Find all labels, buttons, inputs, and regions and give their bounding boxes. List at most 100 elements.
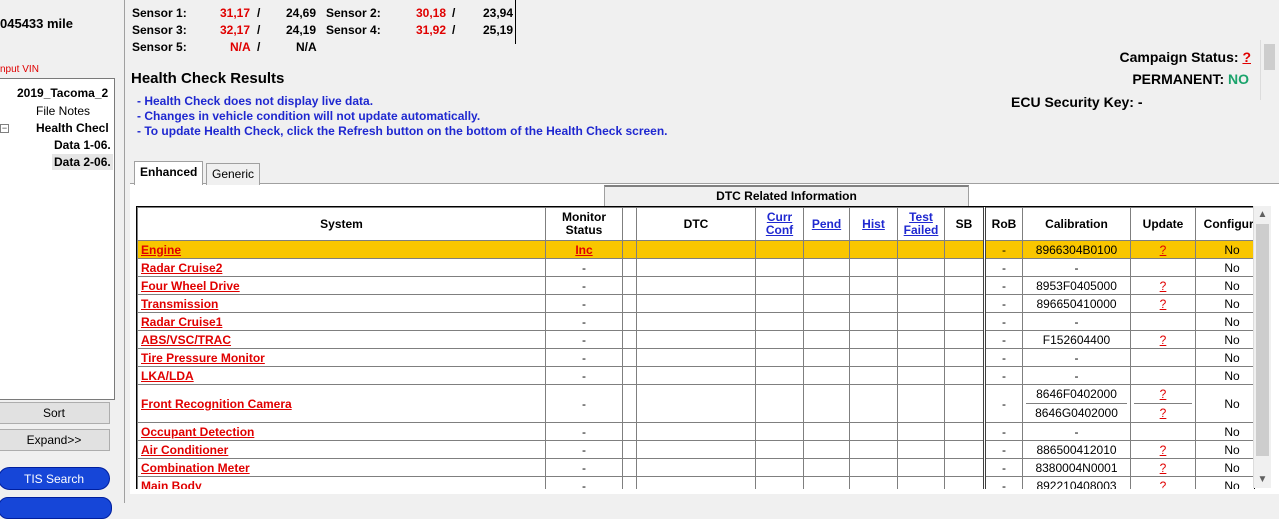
- health-check-table: System Monitor Status DTC Curr Conf Pend H…: [136, 206, 1255, 489]
- update-link[interactable]: ?: [1160, 279, 1167, 293]
- table-header-row: System Monitor Status DTC Curr Conf Pend H…: [137, 207, 1254, 241]
- system-cell[interactable]: Air Conditioner: [137, 440, 546, 459]
- test-failed-cell: [897, 276, 945, 295]
- system-cell[interactable]: Radar Cruise1: [137, 312, 546, 331]
- pend-cell: [803, 276, 850, 295]
- calibration-cell: -: [1022, 422, 1131, 441]
- update-link[interactable]: ?: [1160, 243, 1167, 257]
- update-cell[interactable]: ?: [1130, 458, 1196, 477]
- update-cell[interactable]: [1130, 348, 1196, 367]
- table-row[interactable]: Air Conditioner - -886500412010? No: [137, 440, 1254, 459]
- update-link[interactable]: ?: [1134, 386, 1192, 404]
- table-row[interactable]: ABS/VSC/TRAC - - F152604400? No: [137, 330, 1254, 349]
- header-scroll-thumb[interactable]: [1264, 44, 1275, 70]
- system-cell[interactable]: Engine: [137, 240, 546, 259]
- hist-cell: [849, 384, 898, 423]
- dtc-cell: [636, 240, 756, 259]
- update-cell[interactable]: [1130, 422, 1196, 441]
- table-row[interactable]: Combination Meter - -8380004N0001? No: [137, 458, 1254, 477]
- system-cell[interactable]: Combination Meter: [137, 458, 546, 477]
- update-link[interactable]: ?: [1134, 403, 1192, 422]
- update-link[interactable]: ?: [1160, 333, 1167, 347]
- table-row[interactable]: Four Wheel Drive - -8953F0405000? No: [137, 276, 1254, 295]
- scroll-down-icon[interactable]: ▼: [1254, 471, 1271, 488]
- update-cell: ??: [1130, 384, 1196, 423]
- secondary-blue-button[interactable]: [0, 497, 112, 519]
- update-link[interactable]: ?: [1160, 479, 1167, 490]
- col-pend[interactable]: Pend: [803, 207, 850, 241]
- monitor-status-cell[interactable]: Inc: [545, 240, 623, 259]
- curr-conf-cell: [755, 258, 804, 277]
- tree-item-health-check[interactable]: Health Checl: [36, 120, 109, 136]
- table-row[interactable]: LKA/LDA - - - No: [137, 366, 1254, 385]
- system-link[interactable]: Main Body: [141, 479, 202, 490]
- tree-item-file-notes[interactable]: File Notes: [36, 103, 90, 119]
- system-cell[interactable]: Occupant Detection: [137, 422, 546, 441]
- tree-item-vehicle[interactable]: 2019_Tacoma_2: [17, 85, 108, 101]
- system-cell[interactable]: Radar Cruise2: [137, 258, 546, 277]
- header-scrollbar[interactable]: [1260, 40, 1278, 100]
- system-link[interactable]: Four Wheel Drive: [141, 279, 240, 293]
- table-row[interactable]: Engine Inc -8966304B0100? No: [137, 240, 1254, 259]
- panel-divider[interactable]: [124, 0, 125, 503]
- tree-item-data-2[interactable]: Data 2-06.: [52, 154, 113, 170]
- update-cell[interactable]: ?: [1130, 276, 1196, 295]
- system-link[interactable]: Front Recognition Camera: [141, 397, 292, 411]
- system-link[interactable]: ABS/VSC/TRAC: [141, 333, 231, 347]
- table-row[interactable]: Occupant Detection - - - No: [137, 422, 1254, 441]
- update-cell[interactable]: [1130, 258, 1196, 277]
- input-vin-link[interactable]: nput VIN: [0, 64, 39, 75]
- tree-item-data-1[interactable]: Data 1-06.: [54, 137, 111, 153]
- update-cell[interactable]: [1130, 312, 1196, 331]
- table-row[interactable]: Tire Pressure Monitor - - - No: [137, 348, 1254, 367]
- update-link[interactable]: ?: [1160, 461, 1167, 475]
- tab-generic[interactable]: Generic: [206, 163, 261, 185]
- col-hist[interactable]: Hist: [849, 207, 898, 241]
- system-cell[interactable]: LKA/LDA: [137, 366, 546, 385]
- update-cell[interactable]: ?: [1130, 476, 1196, 490]
- col-test-failed[interactable]: Test Failed: [897, 207, 945, 241]
- scroll-up-icon[interactable]: ▲: [1254, 206, 1271, 223]
- system-link[interactable]: Transmission: [141, 297, 218, 311]
- file-tree[interactable]: 2019_Tacoma_2 File Notes − Health Checl …: [0, 78, 115, 400]
- table-row[interactable]: Radar Cruise1- - - No: [137, 312, 1254, 331]
- table-scrollbar[interactable]: ▲ ▼: [1253, 206, 1271, 488]
- update-link[interactable]: ?: [1160, 297, 1167, 311]
- table-row[interactable]: Main Body - -892210408003? No: [137, 476, 1254, 490]
- system-link[interactable]: Occupant Detection: [141, 425, 254, 439]
- system-link[interactable]: Air Conditioner: [141, 443, 228, 457]
- table-row[interactable]: Transmission - -896650410000? No: [137, 294, 1254, 313]
- system-cell[interactable]: Transmission: [137, 294, 546, 313]
- tis-search-button[interactable]: TIS Search: [0, 467, 110, 490]
- collapse-toggle-icon[interactable]: −: [0, 124, 9, 133]
- update-cell[interactable]: [1130, 366, 1196, 385]
- update-cell[interactable]: ?: [1130, 330, 1196, 349]
- system-cell[interactable]: Four Wheel Drive: [137, 276, 546, 295]
- table-row[interactable]: Front Recognition Camera - -8646F0402000 86…: [137, 384, 1254, 423]
- tab-enhanced[interactable]: Enhanced: [134, 161, 204, 185]
- system-cell[interactable]: Tire Pressure Monitor: [137, 348, 546, 367]
- system-link[interactable]: Tire Pressure Monitor: [141, 351, 265, 365]
- system-link[interactable]: Engine: [141, 243, 181, 257]
- system-cell[interactable]: Front Recognition Camera: [137, 384, 546, 423]
- system-link[interactable]: Radar Cruise1: [141, 315, 222, 329]
- update-cell[interactable]: ?: [1130, 294, 1196, 313]
- monitor-status-cell: -: [545, 384, 623, 423]
- system-cell[interactable]: ABS/VSC/TRAC: [137, 330, 546, 349]
- col-monitor-status: Monitor Status: [545, 207, 623, 241]
- system-link[interactable]: Radar Cruise2: [141, 261, 222, 275]
- system-cell[interactable]: Main Body: [137, 476, 546, 490]
- update-cell[interactable]: ?: [1130, 440, 1196, 459]
- sb-cell: [944, 384, 985, 423]
- campaign-status-link[interactable]: ?: [1242, 49, 1251, 65]
- calibration-cell: 886500412010: [1022, 440, 1131, 459]
- table-row[interactable]: Radar Cruise2- - - No: [137, 258, 1254, 277]
- sort-button[interactable]: Sort: [0, 402, 110, 424]
- col-curr-conf[interactable]: Curr Conf: [755, 207, 804, 241]
- update-link[interactable]: ?: [1160, 443, 1167, 457]
- scroll-thumb[interactable]: [1256, 224, 1269, 456]
- expand-button[interactable]: Expand>>: [0, 429, 110, 451]
- update-cell[interactable]: ?: [1130, 240, 1196, 259]
- system-link[interactable]: LKA/LDA: [141, 369, 194, 383]
- system-link[interactable]: Combination Meter: [141, 461, 250, 475]
